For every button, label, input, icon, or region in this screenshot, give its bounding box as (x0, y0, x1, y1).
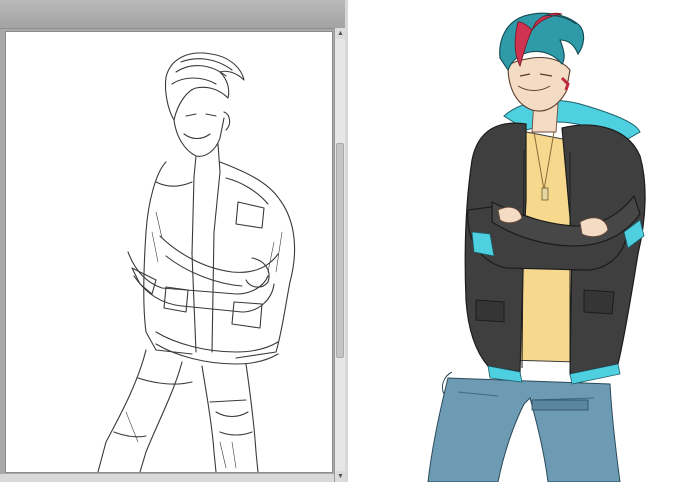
color-illustration-panel (348, 0, 680, 482)
scroll-thumb[interactable] (336, 143, 344, 358)
lineart-sketch (97, 52, 296, 472)
horizontal-scrollbar[interactable] (0, 474, 334, 482)
sketch-window: ▲ ▼ (0, 0, 346, 482)
colored-illustration (427, 12, 646, 482)
drawing-canvas[interactable] (6, 32, 332, 472)
window-toolbar (0, 0, 345, 29)
